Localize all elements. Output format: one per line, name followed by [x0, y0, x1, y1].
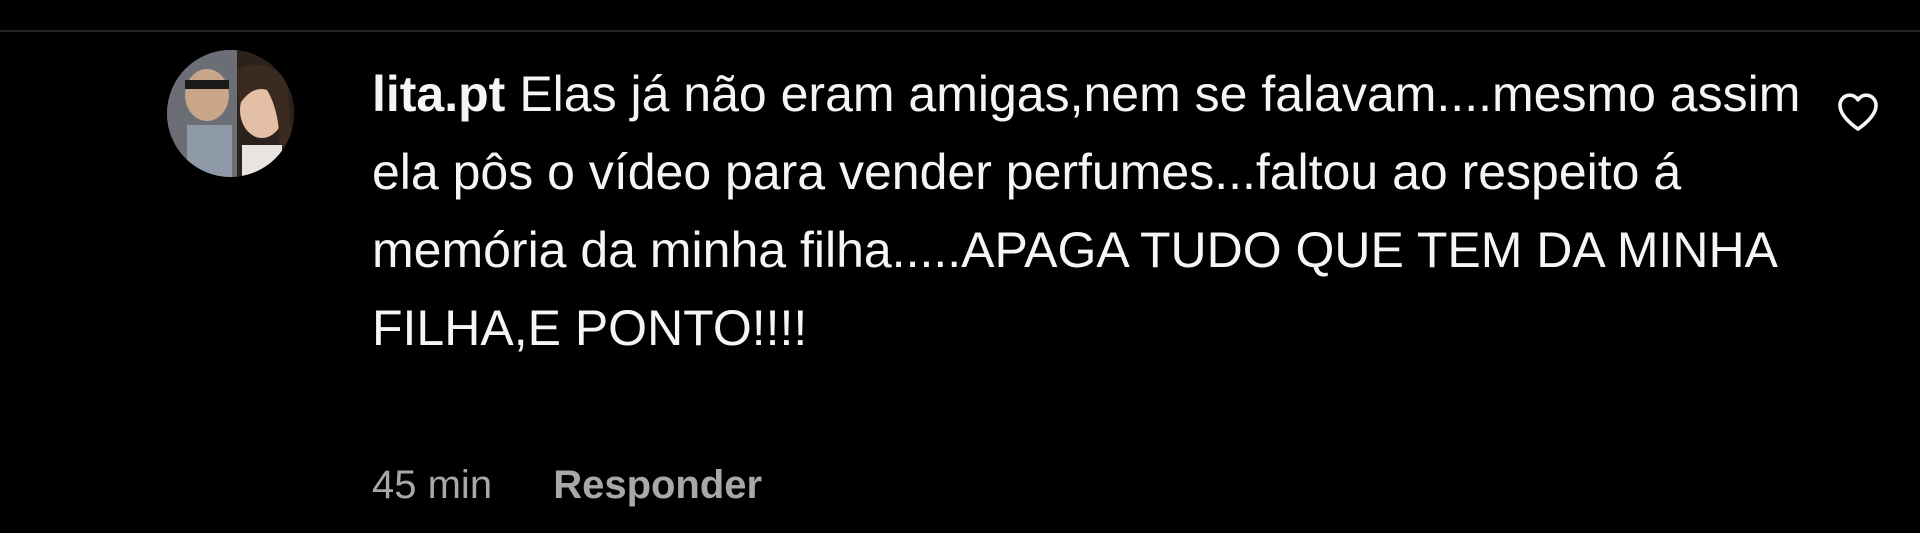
like-button[interactable]: [1834, 88, 1882, 136]
avatar[interactable]: [167, 50, 294, 177]
avatar-image: [167, 50, 294, 177]
comment-username[interactable]: lita.pt: [372, 66, 505, 122]
reply-button[interactable]: Responder: [553, 463, 762, 507]
comment-body: lita.pt Elas já não eram amigas,nem se fa…: [372, 55, 1812, 367]
comment-meta: 45 min Responder: [372, 455, 762, 515]
comment-item: lita.pt Elas já não eram amigas,nem se fa…: [0, 0, 1920, 533]
comment-text: Elas já não eram amigas,nem se falavam..…: [372, 66, 1801, 356]
comment-timestamp[interactable]: 45 min: [372, 463, 492, 507]
heart-outline-icon: [1838, 93, 1878, 131]
